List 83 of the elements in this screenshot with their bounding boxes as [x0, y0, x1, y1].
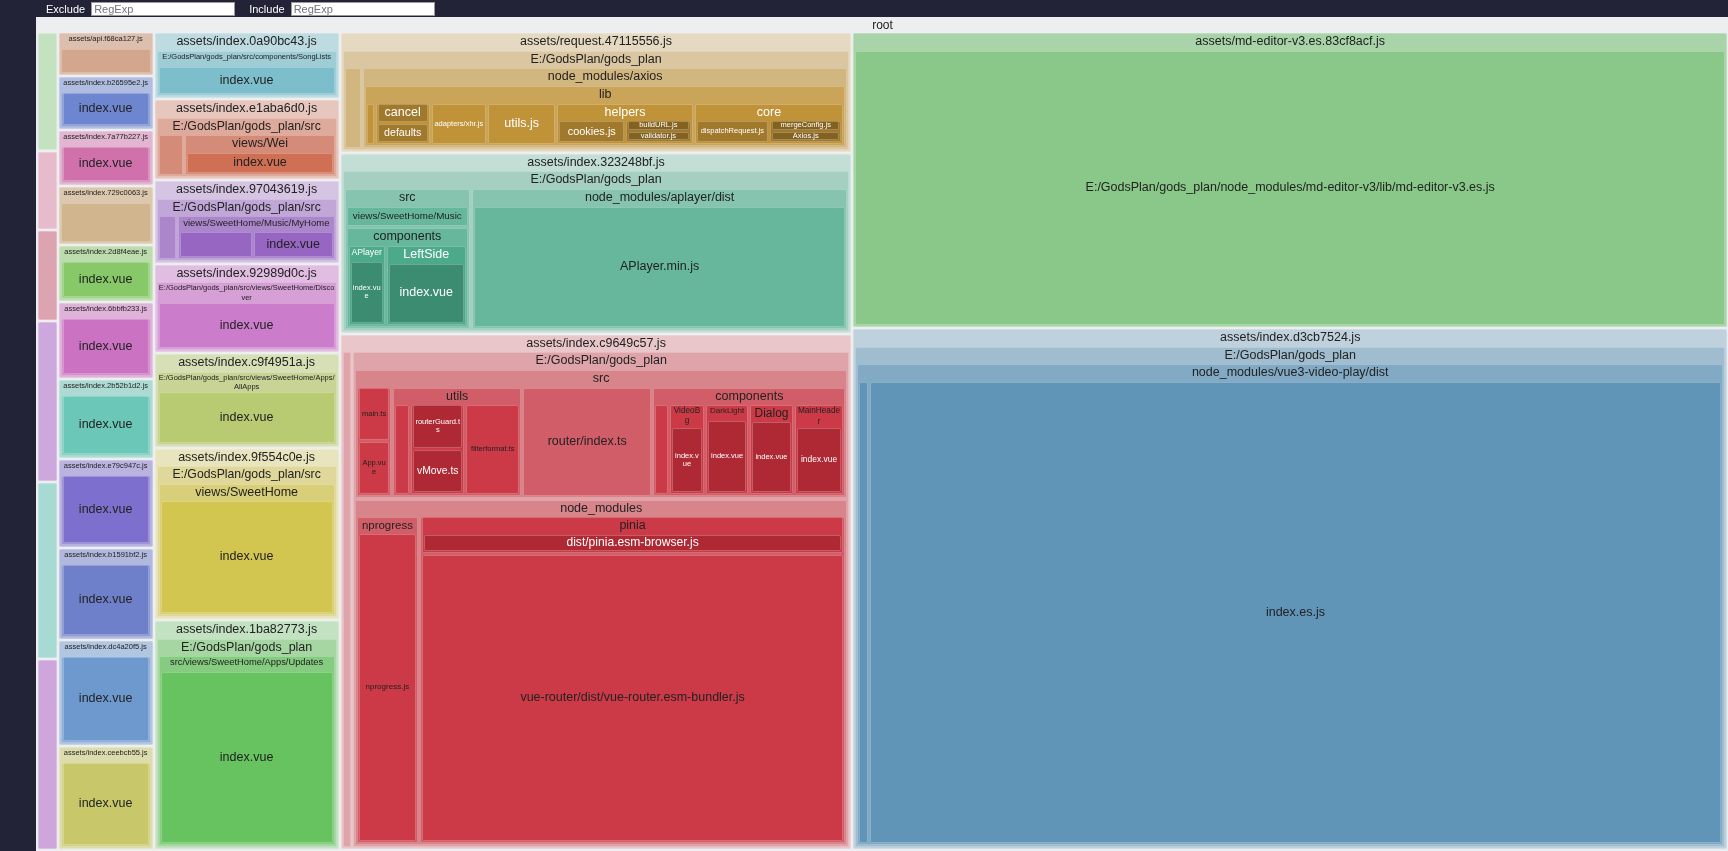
folder-label: E:/GodsPlan/gods_plan — [1223, 346, 1357, 364]
folder-label: E:/GodsPlan/gods_plan/src — [171, 466, 322, 484]
folder-label: E:/GodsPlan/gods_plan — [529, 50, 663, 68]
folder-label: assets/index.92989d0c.js — [175, 264, 318, 282]
file-label: index.vue — [77, 418, 134, 432]
folder-label: node_modules/aplayer/dist — [583, 189, 736, 207]
folder-label: DarkLight — [709, 405, 746, 418]
file-label: index.vue — [232, 156, 288, 170]
regexp-input[interactable]: RegExp — [290, 1, 435, 16]
folder-label: assets/md-editor-v3.es.83cf8acf.js — [1194, 33, 1387, 50]
folder-label: E:/GodsPlan/gods_plan — [529, 171, 663, 189]
folder-label: components — [714, 387, 785, 405]
file-label: vMove.ts — [415, 464, 460, 477]
folder-label: core — [755, 103, 783, 121]
file-label: index.vue — [218, 550, 275, 565]
folder-label: assets/index.9f554c0e.js — [177, 448, 317, 466]
folder-label: assets/request.47115556.js — [519, 33, 674, 50]
root-label: root — [871, 17, 894, 33]
file-label: index.vue — [77, 272, 134, 287]
folder-label: MainHeader — [796, 405, 842, 428]
folder-label: pinia — [618, 517, 647, 535]
folder-label: Dialog — [753, 405, 790, 423]
file-label: index.vue — [218, 750, 275, 765]
file-label: index.vue — [398, 286, 455, 301]
file-label: index.vue — [77, 339, 134, 354]
folder-label: lib — [597, 85, 613, 103]
file-label: cookies.js — [566, 125, 617, 138]
file-label: index.vue — [77, 593, 134, 608]
file-label: utils.js — [503, 116, 540, 131]
file-label: index.vue — [77, 797, 134, 811]
file-label: index.vue — [265, 237, 321, 252]
folder-label: src/views/SweetHome/Apps/Updates — [169, 656, 325, 670]
folder-label: src — [397, 189, 417, 207]
folder-label: assets/index.323248bf.js — [526, 153, 666, 171]
file-label: dist/pinia.esm-browser.js — [565, 536, 700, 550]
folder-label: helpers — [603, 103, 647, 121]
folder-label: src — [591, 369, 611, 387]
folder-label: VideoBg — [672, 405, 702, 428]
folder-label: utils — [445, 387, 470, 405]
folder-label: node_modules/axios — [546, 68, 664, 86]
treemap-tile — [158, 215, 176, 259]
folder-label: nprogress — [360, 518, 414, 534]
file-label: index.vue — [77, 692, 134, 707]
file-label: index.vue — [77, 502, 134, 517]
folder-label: E:/GodsPlan/gods_plan — [179, 638, 314, 656]
file-label: index.vue — [218, 318, 275, 333]
folder-label: assets/index.c9f4951a.js — [177, 354, 317, 372]
folder-label: E:/GodsPlan/gods_plan/src — [171, 118, 322, 136]
treemap-tile — [158, 135, 184, 175]
file-label: index.vue — [799, 455, 839, 465]
folder-label: APlayer — [350, 246, 383, 259]
regexp-input[interactable]: RegExp — [91, 1, 236, 16]
folder-label: components — [372, 228, 443, 246]
folder-label: LeftSide — [402, 246, 451, 263]
folder-label: views/SweetHome — [194, 483, 299, 501]
file-label: index.vue — [77, 157, 134, 171]
file-label: E:/GodsPlan/gods_plan/node_modules/md-editor-v3/lib/md-editor-v3.es.js — [1084, 180, 1496, 195]
folder-label: assets/index.e1aba6d0.js — [175, 100, 319, 118]
folder-label: assets/index.1ba82773.js — [175, 621, 319, 638]
folder-label: assets/index.0a90bc43.js — [175, 33, 318, 50]
folder-label: node_modules/vue3-video-play/dist — [1190, 364, 1390, 382]
filter-label: Include — [249, 2, 285, 15]
folder-label: assets/index.d3cb7524.js — [1219, 328, 1362, 346]
folder-label: assets/index.97043619.js — [175, 181, 319, 198]
folder-label: views/Wei — [231, 135, 290, 153]
file-label: router/index.ts — [546, 434, 628, 449]
file-label: cancel — [383, 105, 422, 120]
file-label: defaults — [383, 126, 423, 139]
file-label: nprogress.js — [364, 682, 411, 692]
file-label: index.vue — [218, 410, 275, 425]
folder-label: E:/GodsPlan/gods_plan — [534, 352, 668, 370]
folder-label: views/SweetHome/Music/MyHome — [182, 215, 331, 230]
filter-label: Exclude — [46, 2, 86, 15]
file-label: views/SweetHome/Music — [351, 211, 463, 222]
folder-label: assets/index.c9649c57.js — [525, 334, 667, 352]
file-label: index.es.js — [1264, 605, 1326, 620]
file-label: index.vue — [77, 102, 134, 116]
file-label: vue-router/dist/vue-router.esm-bundler.js — [519, 691, 746, 705]
folder-label: E:/GodsPlan/gods_plan/src — [171, 198, 322, 216]
folder-label: node_modules — [559, 499, 644, 517]
treemap-tile — [366, 103, 374, 144]
file-label: index.vue — [218, 73, 275, 88]
file-label: APlayer.min.js — [619, 259, 701, 274]
